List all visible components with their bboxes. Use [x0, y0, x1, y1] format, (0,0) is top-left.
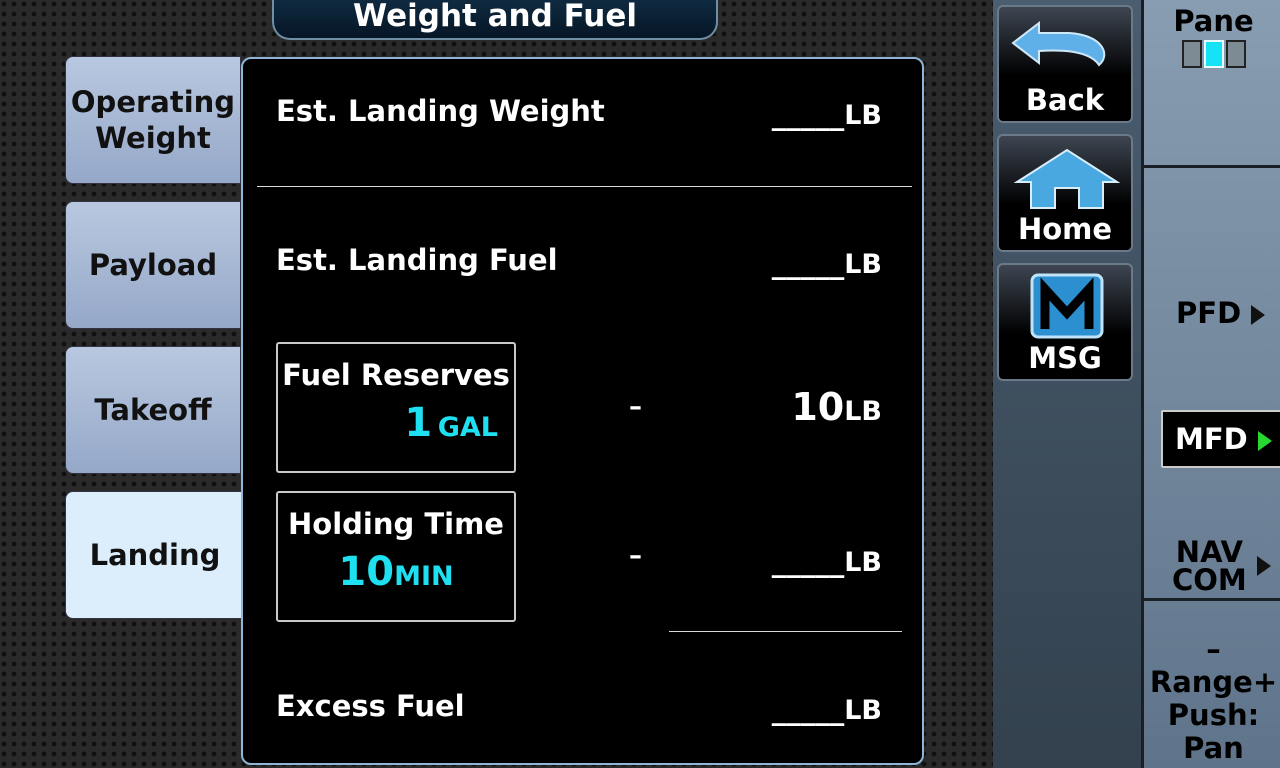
fuel-reserves-label: Fuel Reserves — [282, 358, 510, 392]
tab-landing[interactable]: Landing — [65, 491, 245, 619]
nav-com-button[interactable]: NAV COM — [1144, 535, 1280, 597]
value-blank: _____ — [771, 692, 845, 726]
divider — [257, 186, 912, 187]
est-landing-weight-value: _____LB — [772, 97, 882, 131]
fuel-reserves-unit: GAL — [437, 412, 498, 443]
sum-divider — [669, 631, 902, 632]
pane-label: Pane — [1173, 4, 1254, 38]
est-landing-weight-label: Est. Landing Weight — [276, 94, 605, 128]
fuel-reserves-number: 1 — [404, 400, 433, 446]
pfd-label: PFD — [1176, 296, 1242, 330]
excess-fuel-label: Excess Fuel — [276, 689, 465, 723]
unit: LB — [844, 396, 882, 427]
divider — [1144, 598, 1280, 601]
push-label: Push: — [1167, 698, 1260, 732]
fuel-reserves-operator: – — [629, 392, 642, 422]
home-button[interactable]: Home — [997, 134, 1133, 252]
house-icon — [1013, 148, 1121, 209]
right-arrow-icon — [1256, 556, 1271, 576]
mfd-label: MFD — [1175, 422, 1248, 456]
msg-label: MSG — [1028, 341, 1102, 375]
result-number: 10 — [791, 385, 845, 429]
landing-panel: Est. Landing Weight _____LB Est. Landing… — [241, 57, 924, 765]
est-landing-fuel-value: _____LB — [772, 246, 882, 280]
unit: LB — [844, 100, 882, 131]
unit: LB — [844, 547, 882, 578]
home-label: Home — [1017, 212, 1113, 246]
back-button[interactable]: Back — [997, 5, 1133, 123]
holding-time-result: _____LB — [772, 544, 882, 578]
nav-label: NAV — [1175, 535, 1243, 569]
divider — [1144, 165, 1280, 168]
pane-indicator — [1144, 40, 1280, 74]
softkey-strip: Pane PFD MFD NAV COM –Range+ Push: Pan — [1141, 0, 1280, 768]
pane-box-left — [1181, 40, 1202, 68]
fuel-reserves-value: 1 GAL — [278, 400, 514, 446]
range-knob-label: –Range+ Push: Pan — [1144, 633, 1280, 765]
holding-time-label: Holding Time — [288, 507, 504, 541]
pane-box-right — [1225, 40, 1246, 68]
unit: LB — [844, 249, 882, 280]
holding-time-button[interactable]: Holding Time 10MIN — [276, 491, 516, 622]
unit: LB — [844, 695, 882, 726]
com-label: COM — [1172, 563, 1247, 597]
range-label: –Range+ — [1149, 632, 1278, 699]
nav-com-label: NAV COM — [1172, 535, 1247, 597]
excess-fuel-value: _____LB — [772, 692, 882, 726]
holding-time-number: 10 — [338, 549, 395, 595]
pan-label: Pan — [1183, 731, 1244, 765]
holding-time-unit: MIN — [394, 561, 454, 592]
mfd-button[interactable]: MFD — [1161, 410, 1280, 468]
pfd-button[interactable]: PFD — [1144, 296, 1280, 330]
tab-takeoff[interactable]: Takeoff — [65, 346, 241, 474]
holding-time-value: 10MIN — [278, 549, 514, 595]
tab-payload[interactable]: Payload — [65, 201, 241, 329]
value-blank: _____ — [771, 246, 845, 280]
tab-operating-weight[interactable]: Operating Weight — [65, 56, 241, 184]
holding-time-operator: – — [629, 541, 642, 571]
back-arrow-icon — [1011, 20, 1106, 67]
button-column: Back Home MSG — [993, 0, 1141, 768]
fuel-reserves-button[interactable]: Fuel Reserves 1 GAL — [276, 342, 516, 473]
value-blank: _____ — [771, 97, 845, 131]
page-title: Weight and Fuel — [272, 0, 718, 40]
right-arrow-icon — [1251, 305, 1266, 325]
value-blank: _____ — [771, 544, 845, 578]
fuel-reserves-result: 10LB — [791, 385, 882, 429]
m-logo-icon — [1030, 273, 1104, 339]
pane-box-center-active — [1203, 40, 1224, 68]
right-arrow-icon — [1257, 431, 1272, 451]
est-landing-fuel-label: Est. Landing Fuel — [276, 243, 558, 277]
msg-button[interactable]: MSG — [997, 263, 1133, 381]
back-label: Back — [1025, 83, 1105, 117]
pane-selector[interactable]: Pane — [1144, 4, 1280, 74]
